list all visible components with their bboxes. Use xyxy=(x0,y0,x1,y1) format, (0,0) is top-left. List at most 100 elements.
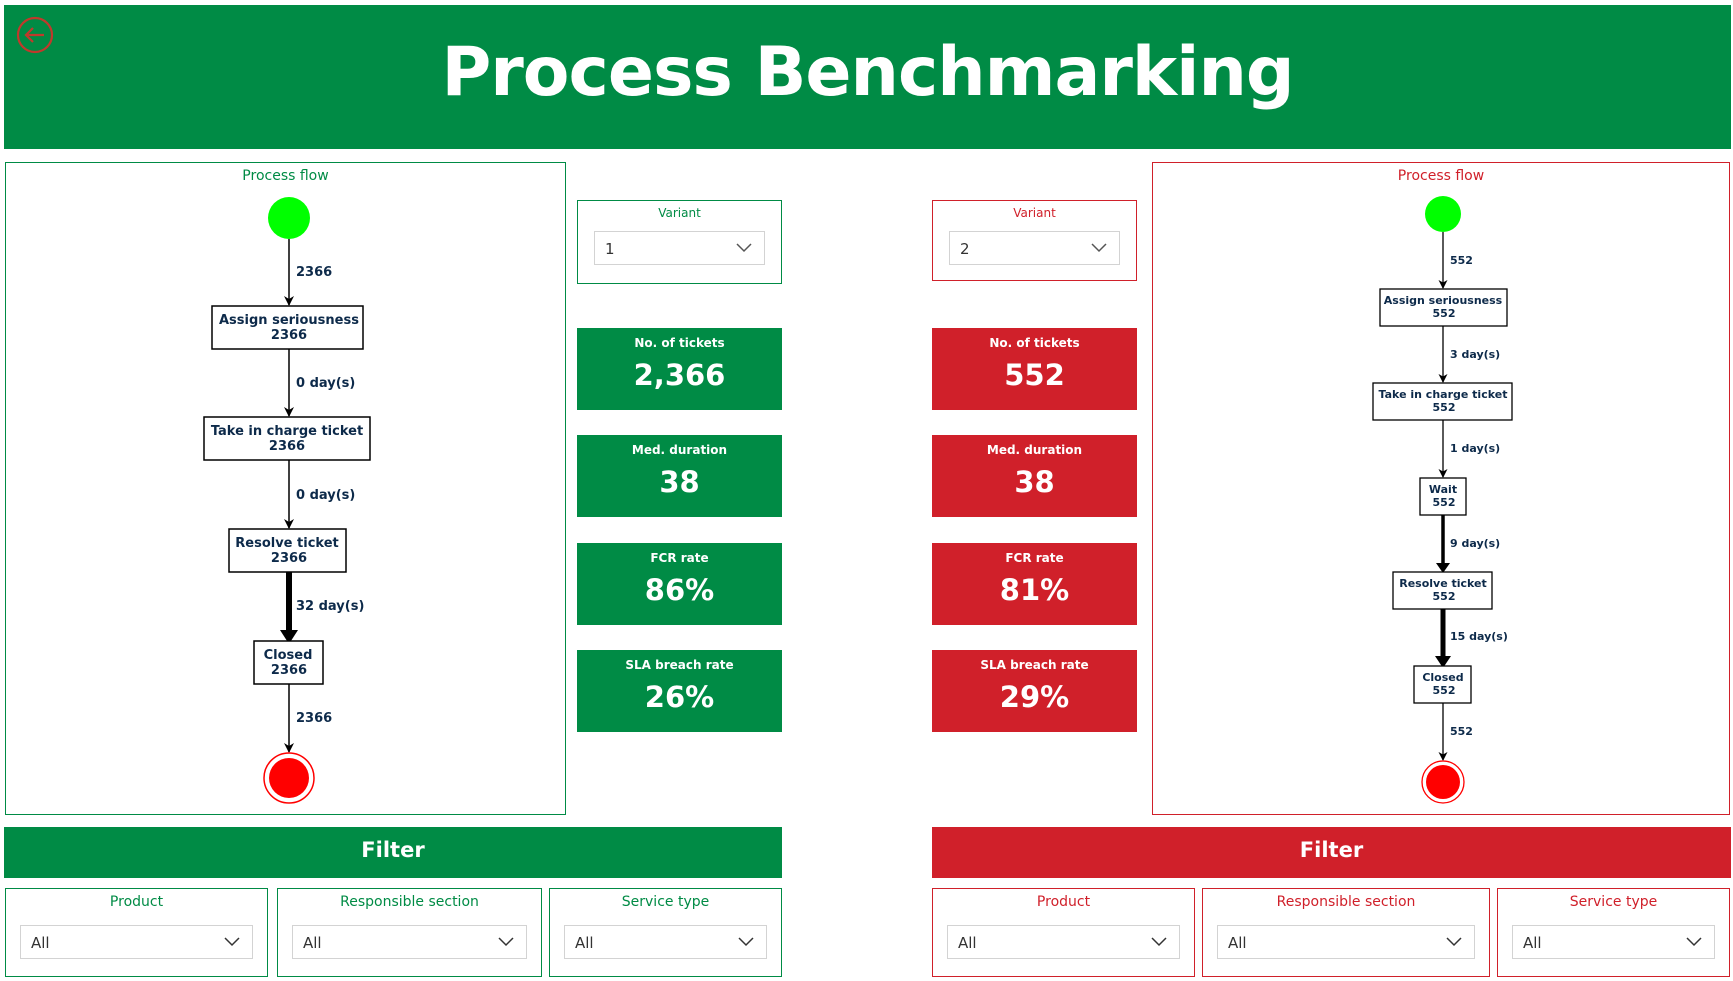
kpi-label: SLA breach rate xyxy=(980,658,1089,672)
filter-title: Filter xyxy=(361,838,425,862)
edge-label: 1 day(s) xyxy=(1450,442,1500,455)
edge-label: 2366 xyxy=(296,265,332,280)
flow-node[interactable]: Take in charge ticket 2366 xyxy=(203,416,371,461)
node-count: 552 xyxy=(1433,307,1456,320)
flow-node[interactable]: Take in charge ticket 552 xyxy=(1372,382,1513,421)
variant-label: Variant xyxy=(658,206,701,220)
kpi-value: 38 xyxy=(659,465,700,499)
service-type-slicer-right: Service type All xyxy=(1497,888,1730,977)
kpi-card-duration-right: Med. duration 38 xyxy=(932,435,1137,517)
kpi-value: 29% xyxy=(999,680,1070,714)
slicer-value: All xyxy=(1228,934,1247,952)
node-label: Take in charge ticket xyxy=(1379,388,1508,401)
flow-node[interactable]: Closed 2366 xyxy=(253,640,324,685)
page-title: Process Benchmarking xyxy=(441,33,1294,112)
flow-node[interactable]: Resolve ticket 2366 xyxy=(228,528,347,573)
flow-node[interactable]: Closed 552 xyxy=(1413,665,1472,704)
variant-slicer-right: Variant 2 xyxy=(932,200,1137,281)
process-flow-diagram-right: 552 Assign seriousness 552 3 day(s) Take… xyxy=(1372,196,1513,804)
page-header: Process Benchmarking xyxy=(4,5,1731,149)
chevron-down-icon xyxy=(1091,243,1107,253)
kpi-label: FCR rate xyxy=(1005,551,1064,565)
flow-node[interactable]: Resolve ticket 552 xyxy=(1392,571,1493,610)
kpi-label: No. of tickets xyxy=(989,336,1080,350)
product-slicer-right: Product All xyxy=(932,888,1195,977)
filter-title: Filter xyxy=(1299,838,1364,862)
responsible-section-slicer-right: Responsible section All xyxy=(1202,888,1490,977)
slicer-value: All xyxy=(31,934,50,952)
filter-header-left: Filter xyxy=(4,827,782,878)
node-count: 2366 xyxy=(271,328,307,343)
filter-header-right: Filter xyxy=(932,827,1731,878)
kpi-label: Med. duration xyxy=(986,443,1083,457)
kpi-card-duration-left: Med. duration 38 xyxy=(577,435,782,517)
kpi-card-sla-right: SLA breach rate 29% xyxy=(932,650,1137,732)
slicer-value: All xyxy=(575,934,594,952)
edge-label: 3 day(s) xyxy=(1450,348,1500,361)
variant-dropdown[interactable]: 1 xyxy=(594,231,765,265)
node-count: 2366 xyxy=(269,439,305,454)
chevron-down-icon xyxy=(224,937,240,947)
kpi-value: 26% xyxy=(644,680,715,714)
product-dropdown[interactable]: All xyxy=(20,925,253,959)
slicer-value: All xyxy=(1523,934,1542,952)
chevron-down-icon xyxy=(1686,937,1702,947)
kpi-value: 38 xyxy=(1014,465,1055,499)
kpi-value: 552 xyxy=(1004,358,1065,392)
node-count: 552 xyxy=(1433,401,1456,414)
variant-label: Variant xyxy=(1013,206,1056,220)
node-count: 2366 xyxy=(271,551,307,566)
kpi-card-tickets-right: No. of tickets 552 xyxy=(932,328,1137,410)
process-flow-diagram-left: 2366 Assign seriousness 2366 0 day(s) Ta… xyxy=(203,197,371,804)
node-label: Take in charge ticket xyxy=(211,424,363,439)
chevron-down-icon xyxy=(738,937,754,947)
edge-label: 0 day(s) xyxy=(296,376,355,391)
kpi-value: 81% xyxy=(999,573,1070,607)
variant-slicer-left: Variant 1 xyxy=(577,200,782,284)
responsible-section-dropdown[interactable]: All xyxy=(292,925,527,959)
node-count: 552 xyxy=(1433,684,1456,697)
edge-label: 552 xyxy=(1450,725,1473,738)
node-count: 2366 xyxy=(271,663,307,678)
report-page: Process Benchmarking Process flow 2366 A… xyxy=(0,0,1733,981)
variant-value: 1 xyxy=(605,240,615,258)
node-label: Closed xyxy=(264,648,313,663)
kpi-label: No. of tickets xyxy=(634,336,725,350)
product-dropdown[interactable]: All xyxy=(947,925,1180,959)
chevron-down-icon xyxy=(1151,937,1167,947)
start-node[interactable] xyxy=(268,197,310,239)
chevron-down-icon xyxy=(1446,937,1462,947)
kpi-card-fcr-left: FCR rate 86% xyxy=(577,543,782,625)
start-node[interactable] xyxy=(1425,196,1461,232)
kpi-label: SLA breach rate xyxy=(625,658,734,672)
variant-dropdown[interactable]: 2 xyxy=(949,231,1120,265)
responsible-section-dropdown[interactable]: All xyxy=(1217,925,1475,959)
edge-label: 32 day(s) xyxy=(296,599,364,614)
flow-node[interactable]: Assign seriousness 552 xyxy=(1379,288,1508,327)
chevron-down-icon xyxy=(498,937,514,947)
slicer-label: Responsible section xyxy=(1276,894,1416,910)
kpi-label: FCR rate xyxy=(650,551,709,565)
flow-node[interactable]: Wait 552 xyxy=(1419,477,1467,516)
flow-node[interactable]: Assign seriousness 2366 xyxy=(211,305,364,350)
variant-value: 2 xyxy=(960,240,970,258)
node-label: Resolve ticket xyxy=(1399,577,1487,590)
slicer-label: Service type xyxy=(621,894,710,910)
kpi-card-tickets-left: No. of tickets 2,366 xyxy=(577,328,782,410)
edge-label: 15 day(s) xyxy=(1450,630,1508,643)
slicer-label: Service type xyxy=(1569,894,1658,910)
service-type-slicer-left: Service type All xyxy=(549,888,782,977)
slicer-label: Product xyxy=(1036,894,1091,910)
node-label: Assign seriousness xyxy=(219,313,359,328)
service-type-dropdown[interactable]: All xyxy=(1512,925,1715,959)
kpi-card-sla-left: SLA breach rate 26% xyxy=(577,650,782,732)
node-label: Assign seriousness xyxy=(1384,294,1503,307)
node-label: Resolve ticket xyxy=(235,536,338,551)
product-slicer-left: Product All xyxy=(5,888,268,977)
responsible-section-slicer-left: Responsible section All xyxy=(277,888,542,977)
process-flow-left: Process flow 2366 Assign seriousness 236… xyxy=(5,162,566,815)
edge-label: 0 day(s) xyxy=(296,488,355,503)
kpi-value: 86% xyxy=(644,573,715,607)
kpi-card-fcr-right: FCR rate 81% xyxy=(932,543,1137,625)
service-type-dropdown[interactable]: All xyxy=(564,925,767,959)
